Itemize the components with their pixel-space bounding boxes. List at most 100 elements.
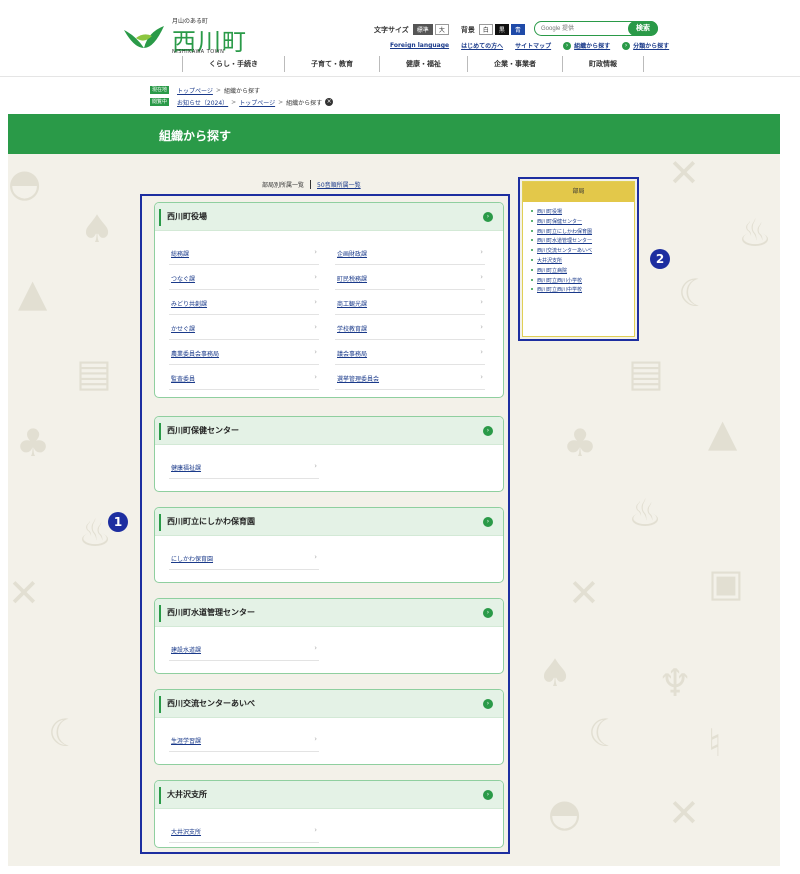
department-link[interactable]: つなぐ課 › [169,266,319,290]
org-card-header[interactable]: 西川町立にしかわ保育園 › [155,508,503,536]
header-links: Foreign language はじめての方へ サイトマップ › 組織から探す… [390,41,681,50]
department-link-label[interactable]: 農業委員会事務局 [171,349,219,358]
search-by-category-link[interactable]: 分類から探す [633,41,669,50]
department-link[interactable]: 生涯学習課 › [169,728,319,752]
background-white-button[interactable]: 白 [478,24,493,35]
department-link[interactable]: 商工観光課 › [335,291,485,315]
font-size-large-button[interactable]: 大 [434,24,449,35]
department-link-label[interactable]: つなぐ課 [171,274,195,283]
department-link-label[interactable]: 議会事務局 [337,349,367,358]
onsen-pattern-icon: ♨ [78,511,113,555]
chevron-right-icon: › [314,248,317,256]
org-card-header[interactable]: 西川町役場 › [155,203,503,231]
org-card-branch-office: 大井沢支所 › 大井沢支所 › [154,780,504,848]
arrow-right-icon[interactable]: › [483,517,493,527]
department-link[interactable]: 大井沢支所 › [169,819,319,843]
arrow-right-icon[interactable]: › [483,212,493,222]
department-link[interactable]: 選挙管理委員会 › [335,366,485,390]
search-by-organization-link[interactable]: 組織から探す [574,41,610,50]
sidebar-item-link[interactable]: 西川町役場 [537,209,562,215]
department-link[interactable]: 建設水道課 › [169,637,319,661]
department-link-label[interactable]: 企画財政課 [337,249,367,258]
sitemap-link[interactable]: サイトマップ [515,41,551,50]
sidebar-item: 大井沢支所 [531,257,634,267]
arrow-right-icon: › [622,41,631,50]
department-link-label[interactable]: 健康福祉課 [171,463,201,472]
department-link[interactable]: 総務課 › [169,241,319,265]
department-link[interactable]: 監査委員 › [169,366,319,390]
breadcrumb-link-top[interactable]: トップページ [177,86,213,95]
mountain-pattern-icon: ▲ [18,271,48,315]
department-link-label[interactable]: かせぐ課 [171,324,195,333]
arrow-right-icon[interactable]: › [483,426,493,436]
nav-item-living[interactable]: くらし・手続き [182,56,284,72]
chevron-right-icon: › [314,826,317,834]
site-search: 検索 [534,21,658,36]
global-nav: くらし・手続き 子育て・教育 健康・福祉 企業・事業者 町政情報 [182,56,644,72]
first-time-visitors-link[interactable]: はじめての方へ [461,41,503,50]
department-link-label[interactable]: みどり共創課 [171,299,207,308]
sidebar-item: 西川町立西川中学校 [531,286,634,296]
list-view-tabs: 部局別所属一覧 50音順所属一覧 [262,180,361,189]
department-link-label[interactable]: 生涯学習課 [171,736,201,745]
department-link[interactable]: みどり共創課 › [169,291,319,315]
sidebar-item-link[interactable]: 西川町立西川中学校 [537,287,582,293]
department-link-label[interactable]: 学校教育課 [337,324,367,333]
search-button[interactable]: 検索 [628,21,658,36]
canoe-pattern-icon: ✕ [568,571,600,615]
sidebar-item-link[interactable]: 西川町保健センター [537,219,582,225]
background-blue-button[interactable]: 青 [510,24,525,35]
leaf-logo-icon [124,26,164,48]
department-link-label[interactable]: 選挙管理委員会 [337,374,379,383]
department-link-label[interactable]: 建設水道課 [171,645,201,654]
department-link-label[interactable]: 町民税務課 [337,274,367,283]
breadcrumb-current-page: 組織から探す [223,87,260,95]
breadcrumb-link-top[interactable]: トップページ [239,98,275,107]
sidebar-item-link[interactable]: 西川町立にしかわ保育園 [537,229,592,235]
org-card-header[interactable]: 西川町水道管理センター › [155,599,503,627]
nav-item-town-info[interactable]: 町政情報 [562,56,644,72]
close-icon[interactable]: × [325,98,334,106]
arrow-right-icon[interactable]: › [483,608,493,618]
arrow-right-icon[interactable]: › [483,699,493,709]
department-link-label[interactable]: にしかわ保育園 [171,554,213,563]
font-size-standard-button[interactable]: 標準 [412,24,433,35]
sidebar-item-link[interactable]: 西川町立病院 [537,268,567,274]
breadcrumb-history: 閲覧中 お知らせ（2024） > トップページ > 組織から探す × [150,96,334,108]
sidebar-item-link[interactable]: 大井沢支所 [537,258,562,264]
org-card-header[interactable]: 西川交流センターあいべ › [155,690,503,718]
department-link[interactable]: 農業委員会事務局 › [169,341,319,365]
sidebar-item-link[interactable]: 西川町立西川小学校 [537,278,582,284]
breadcrumb-separator: > [278,98,284,106]
breadcrumb-link-news[interactable]: お知らせ（2024） [177,98,228,107]
arrow-right-icon[interactable]: › [483,790,493,800]
moon-pattern-icon: ☾ [48,711,83,755]
department-link[interactable]: 議会事務局 › [335,341,485,365]
org-card-health-center: 西川町保健センター › 健康福祉課 › [154,416,504,492]
department-link[interactable]: 企画財政課 › [335,241,485,265]
nav-item-childcare-education[interactable]: 子育て・教育 [284,56,379,72]
department-link-label[interactable]: 大井沢支所 [171,827,201,836]
sidebar-item-link[interactable]: 西川町水道管理センター [537,238,592,244]
nav-item-health-welfare[interactable]: 健康・福祉 [379,56,467,72]
nav-item-business[interactable]: 企業・事業者 [467,56,562,72]
foreign-language-link[interactable]: Foreign language [390,42,449,49]
site-logo[interactable]: 月山のある町 西川町 NISHIKAWA TOWN [122,16,272,56]
department-link-label[interactable]: 商工観光課 [337,299,367,308]
canoe-pattern-icon: ✕ [668,791,700,835]
tab-by-syllabary[interactable]: 50音順所属一覧 [317,180,361,189]
org-card-header[interactable]: 西川町保健センター › [155,417,503,445]
org-card-header[interactable]: 大井沢支所 › [155,781,503,809]
department-link[interactable]: にしかわ保育園 › [169,546,319,570]
department-link[interactable]: 健康福祉課 › [169,455,319,479]
department-link[interactable]: 町民税務課 › [335,266,485,290]
sidebar-item-link[interactable]: 西川交流センターあいべ [537,248,592,254]
chevron-right-icon: › [314,323,317,331]
department-link-label[interactable]: 総務課 [171,249,189,258]
department-link[interactable]: かせぐ課 › [169,316,319,340]
department-link-label[interactable]: 監査委員 [171,374,195,383]
background-black-button[interactable]: 黒 [494,24,509,35]
search-input[interactable] [541,24,621,34]
sidebar-item: 西川町立病院 [531,267,634,277]
department-link[interactable]: 学校教育課 › [335,316,485,340]
